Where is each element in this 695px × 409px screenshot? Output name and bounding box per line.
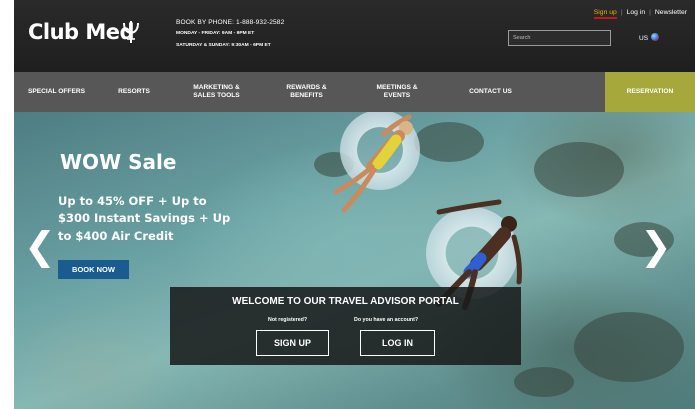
country-label: US <box>639 35 649 42</box>
phone-info: BOOK BY PHONE: 1-888-932-2582 MONDAY - F… <box>176 19 284 48</box>
carousel-prev-arrow-icon[interactable]: ❮ <box>24 224 56 268</box>
weekend-hours: SATURDAY & SUNDAY: 9:30AM - 6PM ET <box>176 43 271 48</box>
advisor-portal-panel: WELCOME TO OUR TRAVEL ADVISOR PORTAL Not… <box>170 287 521 365</box>
club-med-logo[interactable]: Club Med <box>28 20 135 44</box>
have-account-label: Do you have an account? <box>354 317 419 323</box>
nav-resorts[interactable]: RESORTS <box>99 72 169 112</box>
country-selector[interactable]: US <box>639 33 659 42</box>
site-header: Club Med BOOK BY PHONE: 1-888-932-2582 M… <box>14 0 695 72</box>
hero-background-rock <box>514 367 574 397</box>
hero-background-rock <box>534 142 624 197</box>
globe-flag-icon <box>650 33 659 41</box>
portal-signup-button[interactable]: SIGN UP <box>256 330 329 356</box>
link-separator: | <box>649 9 651 16</box>
trident-icon <box>123 21 139 43</box>
portal-title: WELCOME TO OUR TRAVEL ADVISOR PORTAL <box>232 296 459 307</box>
nav-meetings-events[interactable]: MEETINGS & EVENTS <box>349 72 445 112</box>
signup-link[interactable]: Sign up <box>593 9 617 19</box>
newsletter-link[interactable]: Newsletter <box>655 9 687 16</box>
not-registered-label: Not registered? <box>268 317 308 323</box>
promo-title: WOW Sale <box>60 150 177 174</box>
nav-marketing-sales-tools[interactable]: MARKETING & SALES TOOLS <box>169 72 264 112</box>
link-separator: | <box>620 9 623 16</box>
main-nav: SPECIAL OFFERS RESORTS MARKETING & SALES… <box>14 72 695 112</box>
hero-carousel: WOW Sale Up to 45% OFF + Up to $300 Inst… <box>14 112 695 409</box>
hero-background-rock <box>574 312 684 382</box>
book-now-button[interactable]: BOOK NOW <box>58 260 129 279</box>
account-links: Sign up | Log in | Newsletter <box>593 9 687 19</box>
carousel-next-arrow-icon[interactable]: ❯ <box>640 224 672 268</box>
search-input[interactable] <box>508 30 611 46</box>
nav-rewards-benefits[interactable]: REWARDS & BENEFITS <box>264 72 349 112</box>
phone-number: BOOK BY PHONE: 1-888-932-2582 <box>176 19 285 26</box>
nav-special-offers[interactable]: SPECIAL OFFERS <box>14 72 99 112</box>
promo-description: Up to 45% OFF + Up to $300 Instant Savin… <box>58 194 231 243</box>
nav-reservation[interactable]: RESERVATION <box>605 72 695 112</box>
nav-contact-us[interactable]: CONTACT US <box>445 72 536 112</box>
login-link[interactable]: Log in <box>627 9 646 16</box>
weekday-hours: MONDAY - FRIDAY: 9AM - 9PM ET <box>176 31 255 36</box>
portal-login-button[interactable]: LOG IN <box>360 330 435 356</box>
